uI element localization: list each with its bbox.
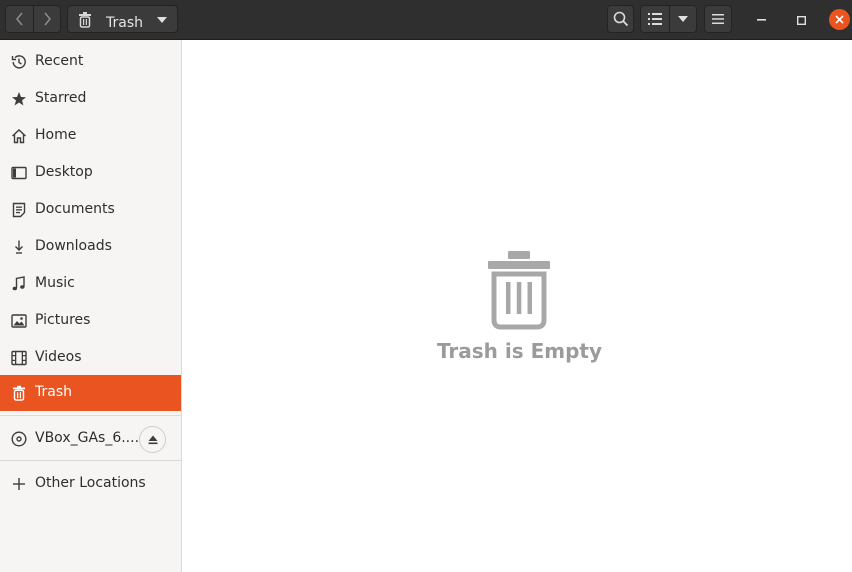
plus-icon bbox=[13, 478, 25, 490]
view-button[interactable] bbox=[640, 5, 670, 33]
maximize-icon bbox=[796, 15, 806, 25]
sidebar-item-label: VBox_GAs_6.... bbox=[35, 430, 140, 446]
close-button[interactable] bbox=[829, 9, 850, 30]
sidebar-item-label: Videos bbox=[35, 349, 82, 365]
trash-icon bbox=[13, 385, 25, 401]
picture-icon bbox=[11, 314, 27, 328]
video-icon bbox=[11, 350, 27, 366]
sidebar-item-recent[interactable]: Recent bbox=[0, 44, 181, 80]
sidebar-item-label: Pictures bbox=[35, 312, 91, 328]
sidebar-item-pictures[interactable]: Pictures bbox=[0, 303, 181, 339]
sidebar-item-trash[interactable]: Trash bbox=[0, 375, 181, 411]
sidebar-item-label: Trash bbox=[35, 384, 72, 400]
minimize-icon bbox=[756, 19, 766, 21]
music-icon bbox=[12, 276, 25, 291]
eject-button[interactable] bbox=[139, 426, 166, 453]
document-icon bbox=[12, 202, 26, 218]
chevron-left-icon bbox=[15, 12, 23, 26]
sidebar-item-other-locations[interactable]: Other Locations bbox=[0, 466, 181, 502]
sidebar-item-documents[interactable]: Documents bbox=[0, 192, 181, 228]
sidebar-item-desktop[interactable]: Desktop bbox=[0, 155, 181, 191]
sidebar-item-label: Recent bbox=[35, 53, 84, 69]
back-button[interactable] bbox=[5, 5, 34, 33]
home-icon bbox=[12, 129, 26, 144]
eject-icon bbox=[148, 435, 157, 444]
search-button[interactable] bbox=[607, 5, 634, 33]
location-label: Trash bbox=[106, 15, 143, 31]
desktop-icon bbox=[11, 166, 27, 180]
sidebar-item-music[interactable]: Music bbox=[0, 266, 181, 302]
list-view-icon bbox=[648, 13, 662, 25]
sidebar-item-starred[interactable]: Starred bbox=[0, 81, 181, 117]
trash-icon bbox=[79, 12, 91, 28]
sidebar-item-downloads[interactable]: Downloads bbox=[0, 229, 181, 265]
sidebar-item-label: Documents bbox=[35, 201, 115, 217]
disc-icon bbox=[11, 431, 27, 447]
sidebar-item-label: Music bbox=[35, 275, 75, 291]
sidebar-item-label: Desktop bbox=[35, 164, 93, 180]
sidebar-item-label: Downloads bbox=[35, 238, 112, 254]
view-options-button[interactable] bbox=[669, 5, 697, 33]
maximize-button[interactable] bbox=[790, 9, 812, 31]
sidebar-separator bbox=[0, 415, 181, 416]
chevron-right-icon bbox=[44, 12, 51, 26]
trash-icon bbox=[488, 251, 550, 330]
sidebar-item-label: Starred bbox=[35, 90, 87, 106]
sidebar-item-label: Home bbox=[35, 127, 77, 143]
sidebar-item-videos[interactable]: Videos bbox=[0, 340, 181, 376]
forward-button[interactable] bbox=[33, 5, 61, 33]
search-icon bbox=[613, 11, 628, 27]
close-icon bbox=[835, 15, 844, 24]
clock-icon bbox=[11, 55, 26, 69]
star-icon bbox=[12, 92, 26, 106]
location-button[interactable]: Trash bbox=[67, 5, 178, 33]
sidebar: Recent Starred Home Desktop Documents Do… bbox=[0, 40, 182, 572]
caret-down-icon bbox=[678, 16, 688, 22]
hamburger-menu-icon bbox=[712, 14, 724, 24]
empty-state-label: Trash is Empty bbox=[436, 339, 603, 363]
menu-button[interactable] bbox=[704, 5, 732, 33]
header-bar: Trash bbox=[0, 0, 852, 40]
caret-down-icon bbox=[157, 17, 167, 23]
minimize-button[interactable] bbox=[750, 9, 772, 31]
file-view[interactable]: Trash is Empty bbox=[182, 40, 852, 572]
sidebar-item-home[interactable]: Home bbox=[0, 118, 181, 154]
sidebar-separator bbox=[0, 460, 181, 461]
sidebar-item-label: Other Locations bbox=[35, 475, 146, 491]
download-icon bbox=[15, 240, 23, 254]
